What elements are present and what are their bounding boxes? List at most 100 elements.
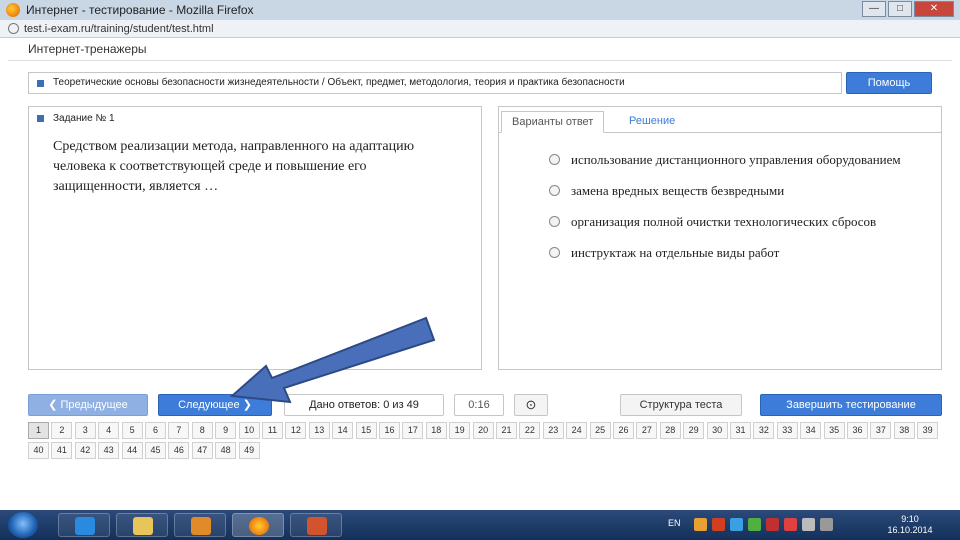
tab-solution[interactable]: Решение <box>619 111 685 133</box>
pager-item[interactable]: 48 <box>215 442 237 459</box>
tray-app-icon[interactable] <box>694 518 707 531</box>
explorer-taskbar-icon[interactable] <box>116 513 168 537</box>
test-structure-button[interactable]: Структура теста <box>620 394 742 416</box>
pager-item[interactable]: 28 <box>659 422 681 439</box>
tab-options[interactable]: Варианты ответ <box>501 111 605 133</box>
pager-item[interactable]: 34 <box>800 422 822 439</box>
pager-item[interactable]: 32 <box>753 422 775 439</box>
pager-item[interactable]: 15 <box>355 422 377 439</box>
pager-item[interactable]: 29 <box>683 422 705 439</box>
pager-item[interactable]: 41 <box>51 442 73 459</box>
answer-option-text: замена вредных веществ безвредными <box>571 183 785 198</box>
system-tray <box>694 518 833 531</box>
pager-item[interactable]: 1 <box>28 422 49 439</box>
pager-item[interactable]: 45 <box>145 442 166 459</box>
pager-item[interactable]: 46 <box>168 442 190 459</box>
pager-item[interactable]: 14 <box>332 422 354 439</box>
pager-item[interactable]: 5 <box>121 422 143 439</box>
radio-button[interactable] <box>549 185 560 196</box>
window-controls: — □ ✕ <box>862 1 954 17</box>
radio-button[interactable] <box>549 247 560 258</box>
pager-item[interactable]: 37 <box>870 422 892 439</box>
pager-item[interactable]: 3 <box>74 422 96 439</box>
minimize-button[interactable]: — <box>862 1 886 17</box>
answer-tabs: Варианты ответ Решение <box>499 107 941 133</box>
language-indicator[interactable]: EN <box>668 518 681 528</box>
pager-item[interactable]: 11 <box>262 422 283 439</box>
pager-item[interactable]: 18 <box>425 422 447 439</box>
answer-option[interactable]: использование дистанционного управления … <box>521 149 921 171</box>
pager-item[interactable]: 47 <box>191 442 213 459</box>
start-button[interactable] <box>8 512 38 538</box>
pager-item[interactable]: 31 <box>730 422 751 439</box>
pager-item[interactable]: 4 <box>98 422 120 439</box>
pager-item[interactable]: 12 <box>285 422 307 439</box>
pager-item[interactable]: 2 <box>51 422 73 439</box>
pager-item[interactable]: 8 <box>191 422 213 439</box>
previous-button[interactable]: ❮ Предыдущее <box>28 394 148 416</box>
maximize-button[interactable]: □ <box>888 1 912 17</box>
powerpoint-taskbar-icon[interactable] <box>290 513 342 537</box>
media-player-taskbar-icon[interactable] <box>174 513 226 537</box>
firefox-taskbar-icon[interactable] <box>232 513 284 537</box>
pager-item[interactable]: 27 <box>636 422 658 439</box>
pager-item[interactable]: 17 <box>402 422 424 439</box>
answer-option-text: организация полной очистки технологическ… <box>571 214 877 229</box>
pager-item[interactable]: 25 <box>589 422 611 439</box>
tray-app-icon[interactable] <box>712 518 725 531</box>
timer-display: 0:16 <box>454 394 504 416</box>
pager-item[interactable]: 6 <box>145 422 166 439</box>
tray-app-icon[interactable] <box>730 518 743 531</box>
finish-test-button[interactable]: Завершить тестирование <box>760 394 942 416</box>
pager-item[interactable]: 39 <box>917 422 939 439</box>
pager-item[interactable]: 22 <box>519 422 541 439</box>
pager-item[interactable]: 26 <box>613 422 634 439</box>
pager-item[interactable]: 13 <box>308 422 330 439</box>
topic-text: Теоретические основы безопасности жизнед… <box>53 77 625 88</box>
answer-option[interactable]: организация полной очистки технологическ… <box>521 211 921 233</box>
radio-button[interactable] <box>549 216 560 227</box>
pager-item[interactable]: 20 <box>472 422 494 439</box>
pager-item[interactable]: 43 <box>98 442 120 459</box>
answer-options: использование дистанционного управления … <box>521 149 921 273</box>
tray-app-icon[interactable] <box>748 518 761 531</box>
clock-icon[interactable]: ⊙ <box>514 394 548 416</box>
pager-item[interactable]: 24 <box>566 422 588 439</box>
pager-item[interactable]: 7 <box>168 422 190 439</box>
network-icon[interactable] <box>820 518 833 531</box>
ie-taskbar-icon[interactable] <box>58 513 110 537</box>
address-bar[interactable]: test.i-exam.ru/training/student/test.htm… <box>0 20 960 38</box>
pager-item[interactable]: 33 <box>776 422 798 439</box>
pager-item[interactable]: 30 <box>706 422 728 439</box>
pager-item[interactable]: 21 <box>496 422 517 439</box>
answer-option-text: инструктаж на отдельные виды работ <box>571 245 780 260</box>
volume-icon[interactable] <box>802 518 815 531</box>
pointer-arrow-icon <box>229 316 436 404</box>
clock-date: 16.10.2014 <box>887 525 933 535</box>
question-label: Задание № 1 <box>53 113 115 124</box>
close-button[interactable]: ✕ <box>914 1 954 17</box>
pager-item[interactable]: 40 <box>28 442 49 459</box>
pager-item[interactable]: 38 <box>893 422 915 439</box>
help-button[interactable]: Помощь <box>846 72 932 94</box>
pager-item[interactable]: 10 <box>238 422 260 439</box>
answer-option[interactable]: инструктаж на отдельные виды работ <box>521 242 921 264</box>
tray-app-icon[interactable] <box>766 518 779 531</box>
pager-item[interactable]: 36 <box>847 422 868 439</box>
pager-item[interactable]: 9 <box>215 422 237 439</box>
answers-panel: Варианты ответ Решение использование дис… <box>498 106 942 370</box>
tray-app-icon[interactable] <box>784 518 797 531</box>
pager-item[interactable]: 49 <box>238 442 260 459</box>
pager-item[interactable]: 23 <box>542 422 564 439</box>
pager-item[interactable]: 19 <box>449 422 471 439</box>
page-content: Интернет-тренажеры Теоретические основы … <box>8 38 952 508</box>
question-text: Средством реализации метода, направленно… <box>53 139 415 194</box>
radio-button[interactable] <box>549 154 560 165</box>
system-clock[interactable]: 9:10 16.10.2014 <box>880 514 940 536</box>
pager-item[interactable]: 44 <box>121 442 143 459</box>
brand-title: Интернет-тренажеры <box>28 42 147 56</box>
pager-item[interactable]: 35 <box>823 422 845 439</box>
pager-item[interactable]: 16 <box>379 422 400 439</box>
answer-option[interactable]: замена вредных веществ безвредными <box>521 180 921 202</box>
pager-item[interactable]: 42 <box>74 442 96 459</box>
